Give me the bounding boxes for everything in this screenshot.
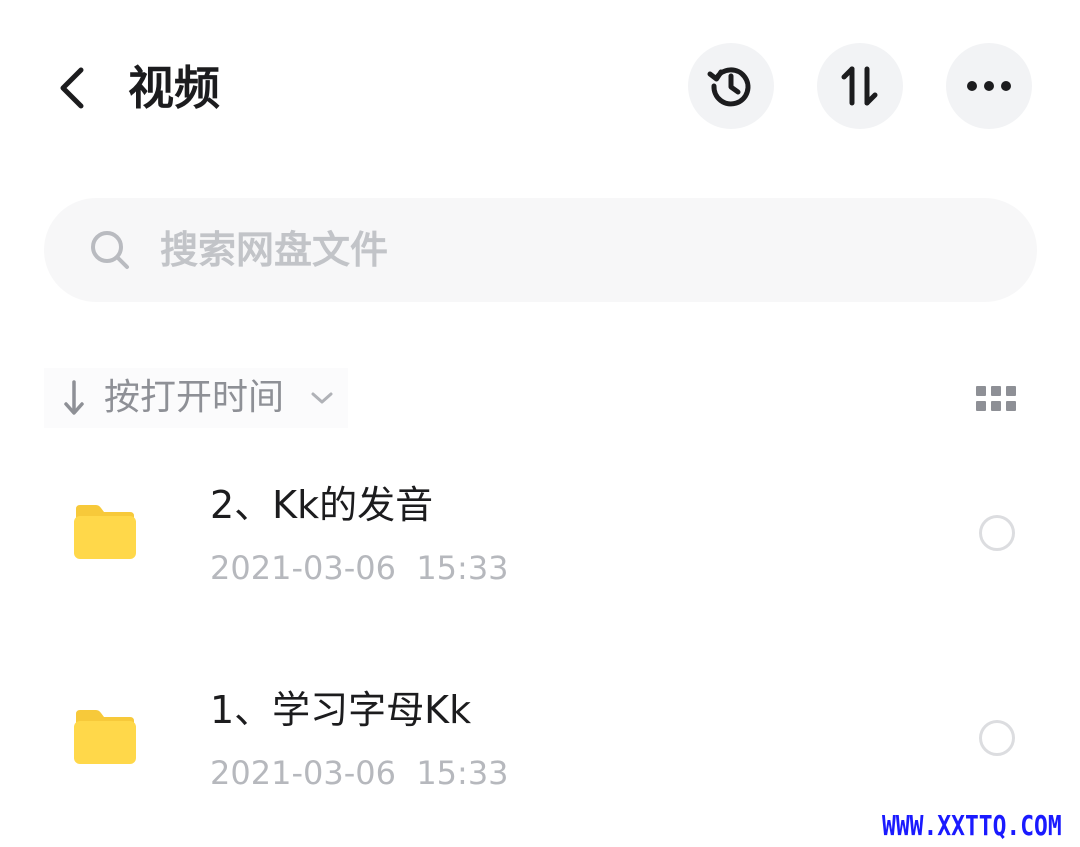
file-name: 2、Kk的发音 bbox=[210, 483, 434, 527]
sort-order-label: 按打开时间 bbox=[104, 377, 285, 418]
more-button[interactable] bbox=[946, 43, 1032, 129]
select-checkbox[interactable] bbox=[979, 515, 1015, 551]
watermark-text: WWW.XXTTQ.COM bbox=[882, 809, 1062, 842]
back-button[interactable] bbox=[40, 56, 104, 120]
history-icon bbox=[707, 67, 751, 107]
sort-order-dropdown[interactable]: 按打开时间 bbox=[44, 368, 349, 428]
chevron-left-icon bbox=[60, 67, 84, 109]
file-name: 1、学习字母Kk bbox=[210, 688, 472, 732]
folder-icon bbox=[74, 710, 136, 764]
arrow-down-icon bbox=[50, 374, 98, 422]
file-modified-time: 2021-03-06 15:33 bbox=[210, 754, 509, 792]
file-browser-screen: 视频 搜索网盘文件 按打开时间 2、Kk的发音 2021-03-06 15:33… bbox=[0, 0, 1080, 847]
page-title: 视频 bbox=[128, 61, 220, 115]
file-list-item[interactable]: 2、Kk的发音 2021-03-06 15:33 bbox=[0, 455, 1080, 615]
select-checkbox[interactable] bbox=[979, 720, 1015, 756]
file-modified-time: 2021-03-06 15:33 bbox=[210, 549, 509, 587]
search-icon bbox=[88, 228, 132, 272]
file-list-item[interactable]: 1、学习字母Kk 2021-03-06 15:33 bbox=[0, 660, 1080, 820]
search-bar[interactable] bbox=[44, 198, 1037, 302]
folder-icon bbox=[74, 505, 136, 559]
more-dots-icon bbox=[967, 81, 1011, 91]
grid-view-toggle[interactable] bbox=[970, 378, 1022, 420]
sort-button[interactable] bbox=[817, 43, 903, 129]
search-input[interactable] bbox=[160, 220, 940, 280]
history-button[interactable] bbox=[688, 43, 774, 129]
sort-arrows-icon bbox=[841, 66, 878, 106]
grid-view-icon bbox=[976, 386, 1016, 411]
chevron-down-icon bbox=[304, 380, 340, 416]
